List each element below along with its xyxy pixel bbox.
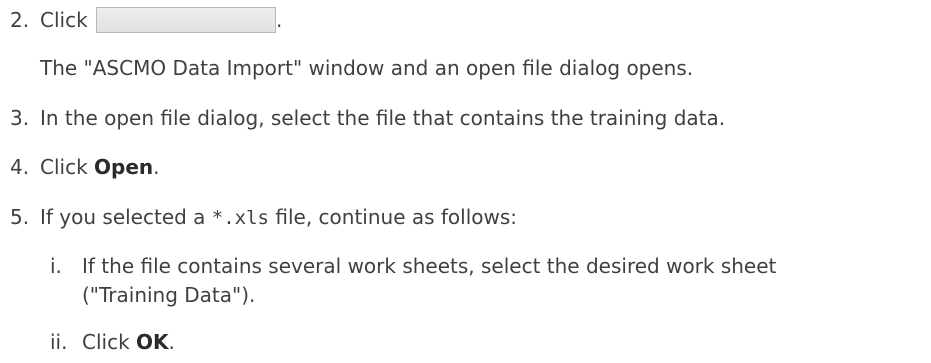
step-text-before: Click	[82, 330, 137, 354]
step-number: 4.	[10, 155, 30, 179]
step-text: Click Open.	[40, 154, 160, 180]
step-text-before: Click	[40, 8, 88, 32]
substep-number: ii.	[50, 330, 68, 354]
step-text-after: .	[276, 8, 283, 32]
ui-label-ok: OK	[136, 330, 169, 354]
step-text-before: If you selected a	[40, 205, 212, 229]
step-number: 3.	[10, 106, 30, 130]
ui-label-open: Open	[94, 155, 154, 179]
substep-text-line-1: If the file contains several work sheets…	[82, 254, 777, 278]
result-text: The "ASCMO Data Import" window and an op…	[40, 56, 694, 80]
step-text-after: file, continue as follows:	[269, 205, 518, 229]
file-extension-code: *.xls	[211, 207, 269, 229]
step-number: 2.	[10, 8, 30, 32]
step-text: Click .	[40, 7, 282, 33]
button-image	[96, 7, 277, 33]
step-text-after: .	[168, 330, 175, 354]
step-number: 5.	[10, 205, 30, 229]
step-text-after: .	[153, 155, 160, 179]
substep-text-line-2: ("Training Data").	[82, 283, 256, 307]
substep-text: Click OK.	[82, 329, 175, 355]
step-text: If you selected a *.xls file, continue a…	[40, 204, 517, 231]
step-text: In the open file dialog, select the file…	[40, 106, 726, 130]
substep-number: i.	[50, 254, 62, 278]
step-text-before: Click	[40, 155, 95, 179]
